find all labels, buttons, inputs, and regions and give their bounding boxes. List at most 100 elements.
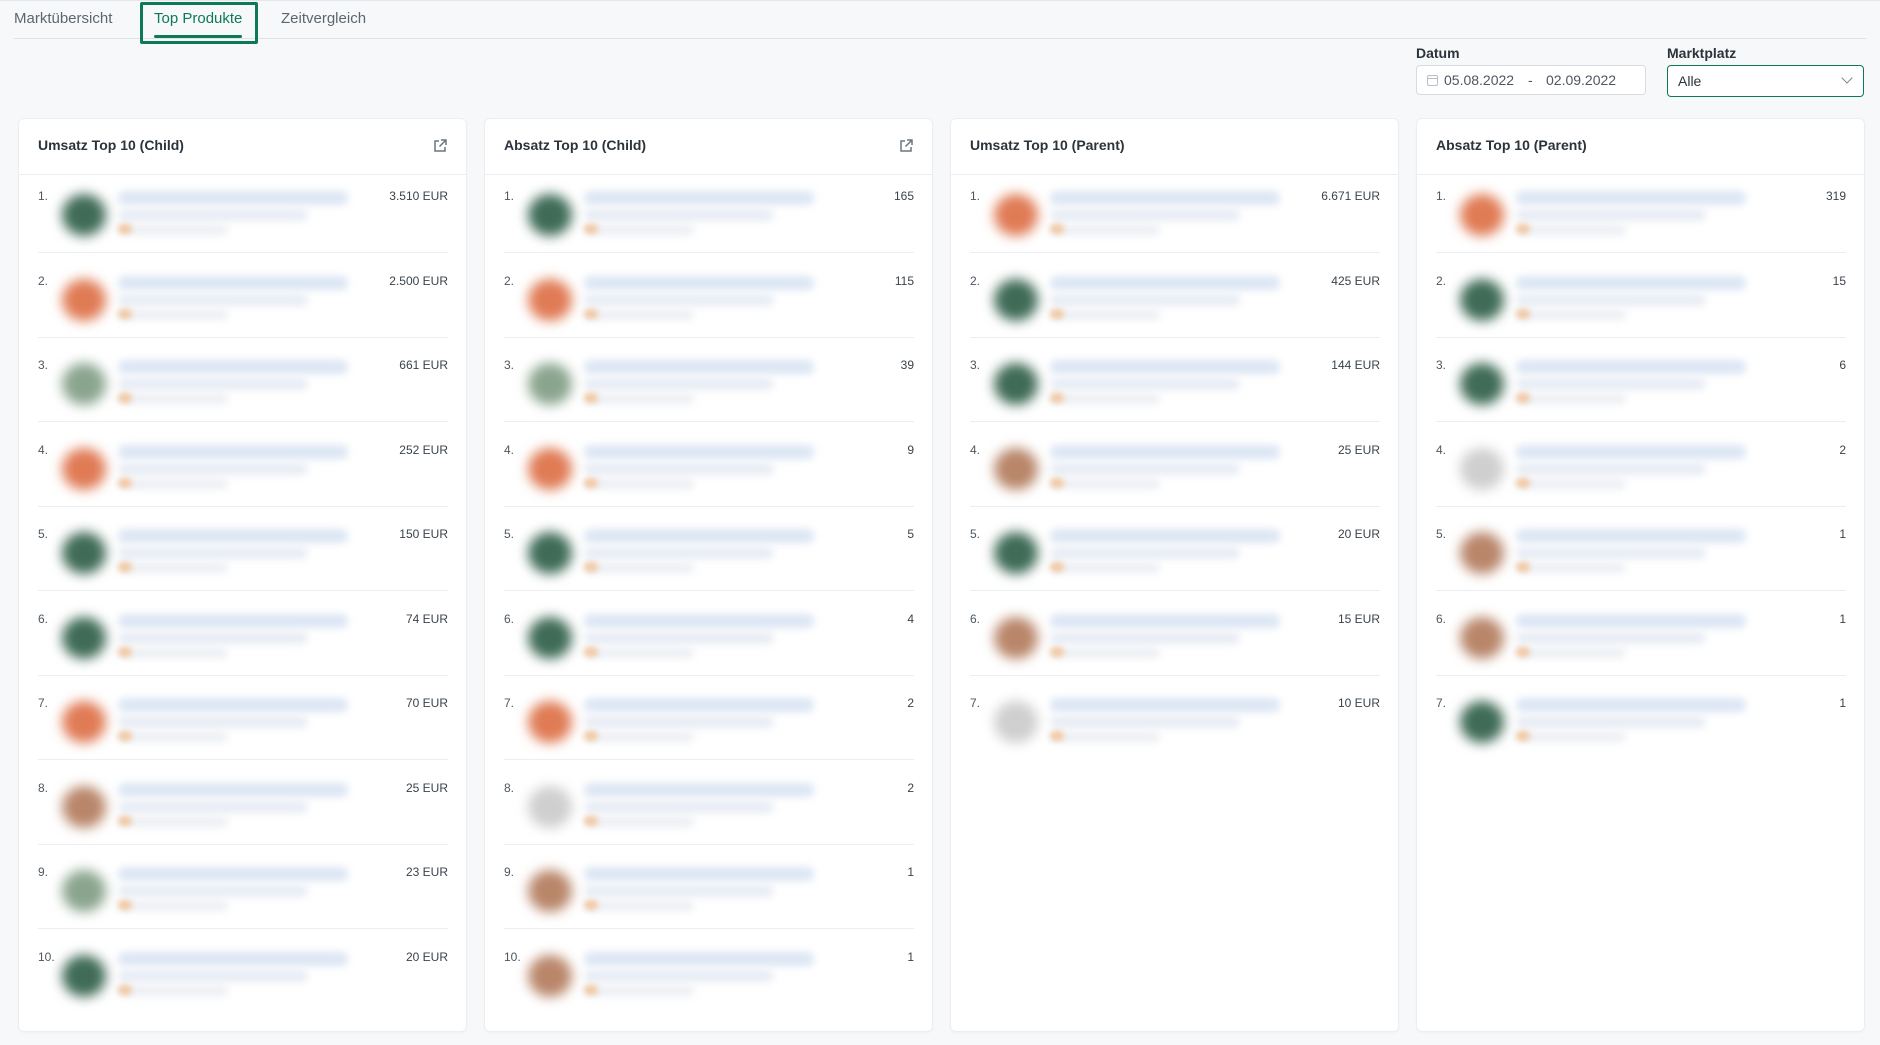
blurred-product-text <box>1050 529 1280 543</box>
blurred-product-text <box>1516 477 1530 488</box>
blurred-product-text <box>584 191 814 205</box>
date-range-picker[interactable]: 05.08.2022 - 02.09.2022 <box>1416 65 1646 95</box>
list-item[interactable]: 1. 319 <box>1436 169 1846 253</box>
item-value: 150 EUR <box>399 527 448 541</box>
item-value: 23 EUR <box>405 865 448 879</box>
external-link-icon[interactable] <box>898 138 914 154</box>
list-item[interactable]: 9. 1 <box>504 845 914 929</box>
list-item[interactable]: 6. 1 <box>1436 592 1846 676</box>
blurred-product-text <box>118 816 228 827</box>
list-item[interactable]: 1. 6.671 EUR <box>970 169 1380 253</box>
blurred-product-text <box>1050 293 1240 306</box>
item-rank: 2. <box>504 273 515 288</box>
blurred-product-text <box>1516 293 1706 306</box>
list-item[interactable]: 1. 165 <box>504 169 914 253</box>
blurred-product-text <box>1050 393 1064 403</box>
product-thumbnail <box>528 194 572 236</box>
blurred-product-text <box>584 529 814 543</box>
list-item[interactable]: 2. 115 <box>504 254 914 338</box>
item-rank: 8. <box>504 780 515 795</box>
product-thumbnail <box>528 363 572 405</box>
list-item[interactable]: 3. 144 EUR <box>970 338 1380 422</box>
list-item[interactable]: 4. 25 EUR <box>970 423 1380 507</box>
product-thumbnail <box>1460 363 1504 405</box>
blurred-product-text <box>584 900 598 910</box>
blurred-product-text <box>1050 477 1064 488</box>
list-item[interactable]: 8. 25 EUR <box>38 761 448 845</box>
product-thumbnail <box>994 701 1038 743</box>
list-item[interactable]: 1. 3.510 EUR <box>38 169 448 253</box>
list-item[interactable]: 5. 1 <box>1436 507 1846 591</box>
marketplace-select[interactable]: Alle <box>1667 65 1864 97</box>
item-value: 25 EUR <box>405 780 448 795</box>
item-value: 2 <box>907 780 914 795</box>
list-item[interactable]: 3. 661 EUR <box>38 338 448 422</box>
blurred-product-text <box>584 477 598 488</box>
product-thumbnail <box>994 278 1038 321</box>
item-value: 1 <box>907 949 914 964</box>
item-value: 25 EUR <box>1337 442 1380 457</box>
external-link-icon[interactable] <box>432 138 448 154</box>
list-item[interactable]: 10. 1 <box>504 930 914 1014</box>
list-item[interactable]: 6. 15 EUR <box>970 592 1380 676</box>
blurred-product-text <box>1516 224 1530 234</box>
item-rank: 7. <box>38 696 49 710</box>
blurred-product-text <box>1050 478 1160 489</box>
blurred-product-text <box>584 224 598 234</box>
list-item[interactable]: 7. 2 <box>504 676 914 760</box>
list-item[interactable]: 5. 20 EUR <box>970 507 1380 591</box>
item-rank: 7. <box>970 696 981 710</box>
blurred-product-text <box>118 562 132 572</box>
list-item[interactable]: 9. 23 EUR <box>38 845 448 929</box>
item-value: 661 EUR <box>399 358 448 372</box>
list-item[interactable]: 3. 6 <box>1436 338 1846 422</box>
product-thumbnail <box>528 532 572 574</box>
list-item[interactable]: 2. 15 <box>1436 254 1846 338</box>
list-item[interactable]: 7. 10 EUR <box>970 676 1380 760</box>
tab-zeitvergleich[interactable]: Zeitvergleich <box>281 10 366 27</box>
product-thumbnail <box>994 616 1038 659</box>
list-item[interactable]: 7. 1 <box>1436 676 1846 760</box>
list-item[interactable]: 2. 2.500 EUR <box>38 254 448 338</box>
item-value: 1 <box>1839 527 1846 541</box>
blurred-product-text <box>584 225 694 235</box>
list-item[interactable]: 4. 252 EUR <box>38 423 448 507</box>
blurred-product-text <box>1050 562 1064 572</box>
card-header: Umsatz Top 10 (Parent) <box>951 119 1398 175</box>
blurred-product-text <box>118 360 348 374</box>
item-rank: 4. <box>504 442 515 457</box>
blurred-product-text <box>584 209 774 221</box>
item-rank: 4. <box>38 442 49 457</box>
blurred-product-text <box>118 867 348 881</box>
date-from[interactable]: 05.08.2022 <box>1444 72 1514 88</box>
calendar-icon <box>1427 75 1438 86</box>
list-item[interactable]: 4. 9 <box>504 423 914 507</box>
list-item[interactable]: 6. 4 <box>504 592 914 676</box>
list-item[interactable]: 6. 74 EUR <box>38 592 448 676</box>
list-item[interactable]: 3. 39 <box>504 338 914 422</box>
blurred-product-text <box>118 462 308 475</box>
blurred-product-text <box>584 815 598 826</box>
item-value: 39 <box>900 358 914 372</box>
list-item[interactable]: 8. 2 <box>504 761 914 845</box>
list-item[interactable]: 5. 150 EUR <box>38 507 448 591</box>
item-value: 10 EUR <box>1337 696 1380 710</box>
tab-marktuebersicht[interactable]: Marktübersicht <box>14 10 112 27</box>
item-rank: 3. <box>38 358 49 372</box>
blurred-product-text <box>1050 731 1064 741</box>
list-item[interactable]: 2. 425 EUR <box>970 254 1380 338</box>
blurred-product-text <box>1516 613 1746 628</box>
blurred-product-text <box>584 816 694 827</box>
date-to[interactable]: 02.09.2022 <box>1546 72 1616 88</box>
blurred-product-text <box>1516 732 1626 742</box>
list-item[interactable]: 5. 5 <box>504 507 914 591</box>
product-thumbnail <box>1460 701 1504 743</box>
list-item[interactable]: 10. 20 EUR <box>38 930 448 1014</box>
blurred-product-text <box>1050 225 1160 235</box>
list-item[interactable]: 7. 70 EUR <box>38 676 448 760</box>
blurred-product-text <box>118 900 132 910</box>
card-header: Absatz Top 10 (Parent) <box>1417 119 1864 175</box>
blurred-product-text <box>584 360 814 374</box>
list-item[interactable]: 4. 2 <box>1436 423 1846 507</box>
blurred-product-text <box>584 293 774 306</box>
